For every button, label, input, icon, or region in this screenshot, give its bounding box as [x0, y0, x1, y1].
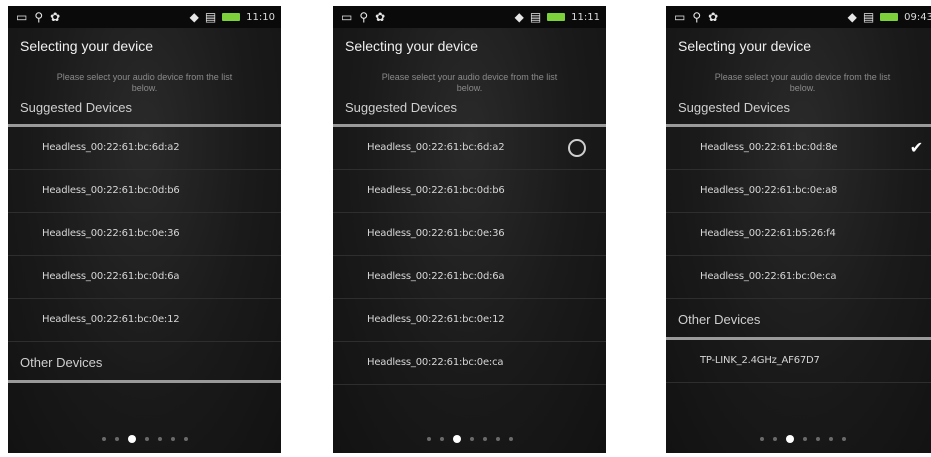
device-item-connecting[interactable]: Headless_00:22:61:bc:6d:a2: [333, 127, 606, 170]
page-dot: [157, 437, 162, 441]
page-title: Selecting your device: [345, 38, 479, 54]
device-item[interactable]: Headless_00:22:61:bc:6d:a2: [8, 127, 281, 170]
status-bar: ▭ ⚲ ✿ ◆ ▤ 11:10: [8, 6, 281, 28]
device-label: Headless_00:22:61:bc:6d:a2: [367, 142, 505, 153]
page-dot: [426, 437, 431, 441]
status-clock: 11:10: [246, 11, 275, 23]
debug-icon: ✿: [50, 10, 61, 24]
page-dot: [508, 437, 513, 441]
suggested-devices-header: Suggested Devices: [666, 94, 931, 127]
device-item[interactable]: Headless_00:22:61:bc:0d:b6: [333, 170, 606, 213]
page-dot: [482, 437, 487, 441]
page-dot: [759, 437, 764, 441]
page-dot: [469, 437, 474, 441]
page-dot-active: [452, 435, 461, 443]
debug-icon: ✿: [375, 10, 386, 24]
card-icon: ▭: [341, 10, 353, 24]
device-item-selected[interactable]: Headless_00:22:61:bc:0d:8e ✔: [666, 127, 931, 170]
status-bar: ▭ ⚲ ✿ ◆ ▤ 09:43: [666, 6, 931, 28]
page-dot-active: [785, 435, 794, 443]
device-item[interactable]: Headless_00:22:61:bc:0e:12: [8, 299, 281, 342]
battery-icon: [880, 13, 899, 21]
page-title: Selecting your device: [20, 38, 154, 54]
page-dot: [439, 437, 444, 441]
device-item[interactable]: Headless_00:22:61:bc:0e:ca: [333, 342, 606, 385]
page-dot: [495, 437, 500, 441]
page-dot-active: [127, 435, 136, 443]
page-dot: [841, 437, 846, 441]
page-description: Please select your audio device from the…: [714, 72, 891, 93]
phone-screen-1: ▭ ⚲ ✿ ◆ ▤ 11:10 Selecting your device Pl…: [8, 6, 281, 453]
suggested-devices-header: Suggested Devices: [8, 94, 281, 127]
device-item[interactable]: Headless_00:22:61:bc:0e:12: [333, 299, 606, 342]
suggested-devices-header: Suggested Devices: [333, 94, 606, 127]
usb-icon: ⚲: [34, 10, 44, 24]
page-dot: [802, 437, 807, 441]
page-dot: [772, 437, 777, 441]
status-bar: ▭ ⚲ ✿ ◆ ▤ 11:11: [333, 6, 606, 28]
page-indicator: [666, 433, 931, 445]
page-indicator: [8, 433, 281, 445]
other-devices-header: Other Devices: [8, 342, 281, 383]
page-dot: [101, 437, 106, 441]
device-item[interactable]: Headless_00:22:61:bc:0e:36: [333, 213, 606, 256]
phone-screen-3: ▭ ⚲ ✿ ◆ ▤ 09:43 Selecting your device Pl…: [666, 6, 931, 453]
usb-icon: ⚲: [359, 10, 369, 24]
device-label: Headless_00:22:61:bc:0d:8e: [700, 142, 838, 153]
page-dot: [183, 437, 188, 441]
page-title: Selecting your device: [678, 38, 812, 54]
page-dot: [815, 437, 820, 441]
page-dot: [170, 437, 175, 441]
device-item[interactable]: Headless_00:22:61:bc:0e:36: [8, 213, 281, 256]
page-description: Please select your audio device from the…: [56, 72, 233, 93]
device-item[interactable]: Headless_00:22:61:bc:0d:6a: [8, 256, 281, 299]
wifi-icon: ◆: [514, 10, 524, 24]
page-description: Please select your audio device from the…: [381, 72, 558, 93]
debug-icon: ✿: [708, 10, 719, 24]
device-item[interactable]: Headless_00:22:61:bc:0d:b6: [8, 170, 281, 213]
device-item[interactable]: Headless_00:22:61:b5:26:f4: [666, 213, 931, 256]
other-device-item[interactable]: TP-LINK_2.4GHz_AF67D7: [666, 340, 931, 383]
signal-icon: ▤: [204, 10, 217, 24]
loading-spinner-icon: [568, 139, 586, 157]
device-item[interactable]: Headless_00:22:61:bc:0e:ca: [666, 256, 931, 299]
checkmark-icon: ✔: [909, 138, 923, 157]
battery-icon: [547, 13, 566, 21]
signal-icon: ▤: [862, 10, 875, 24]
page-dot: [828, 437, 833, 441]
other-devices-header: Other Devices: [666, 299, 931, 340]
device-item[interactable]: Headless_00:22:61:bc:0d:6a: [333, 256, 606, 299]
page-indicator: [333, 433, 606, 445]
status-clock: 11:11: [571, 11, 600, 23]
card-icon: ▭: [674, 10, 686, 24]
usb-icon: ⚲: [692, 10, 702, 24]
page-dot: [144, 437, 149, 441]
page-dot: [114, 437, 119, 441]
card-icon: ▭: [16, 10, 28, 24]
wifi-icon: ◆: [189, 10, 199, 24]
device-item[interactable]: Headless_00:22:61:bc:0e:a8: [666, 170, 931, 213]
signal-icon: ▤: [529, 10, 542, 24]
wifi-icon: ◆: [847, 10, 857, 24]
phone-screen-2: ▭ ⚲ ✿ ◆ ▤ 11:11 Selecting your device Pl…: [333, 6, 606, 453]
status-clock: 09:43: [904, 11, 931, 23]
battery-icon: [222, 13, 241, 21]
